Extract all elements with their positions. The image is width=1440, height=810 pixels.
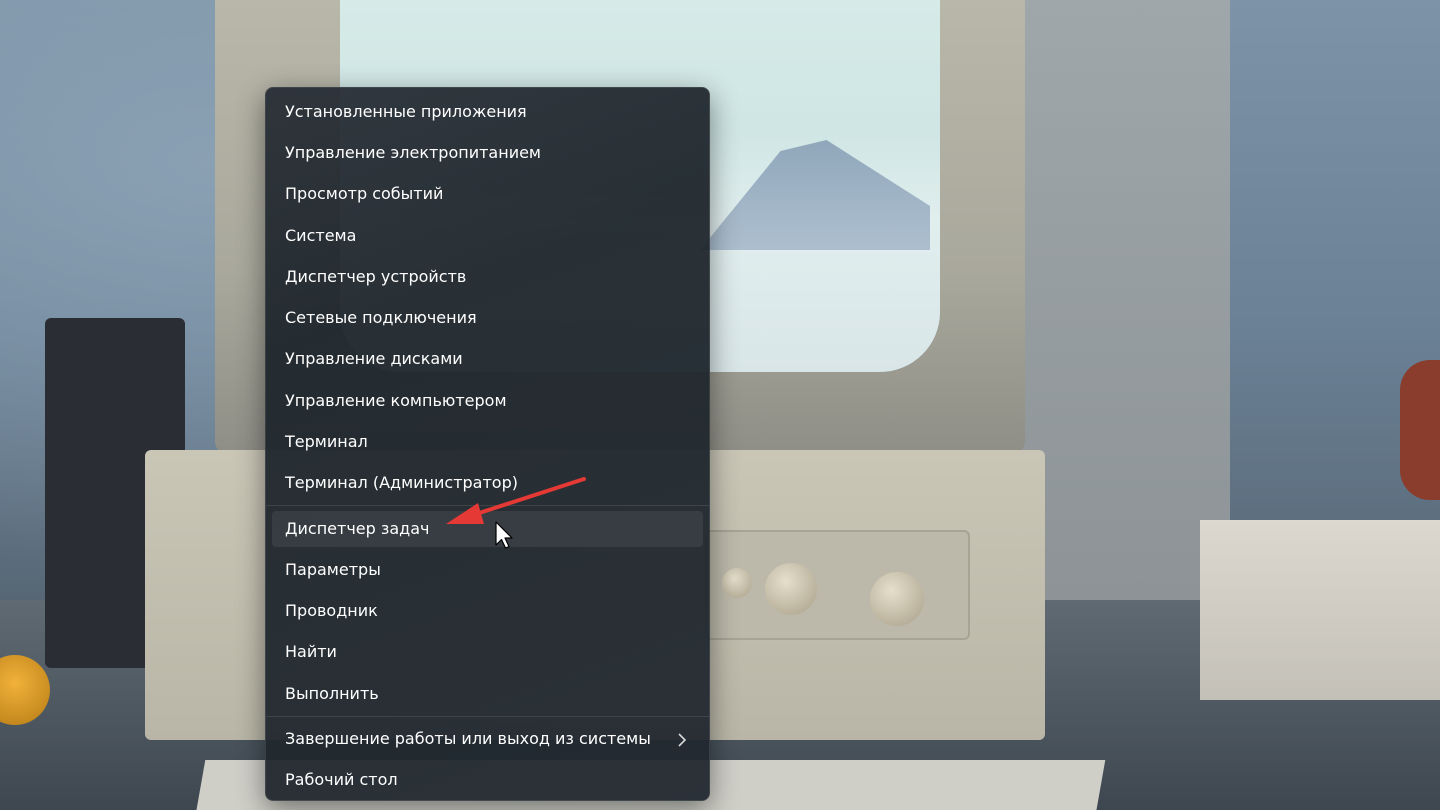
menu-item-desktop[interactable]: Рабочий стол: [272, 762, 703, 798]
menu-item-label: Завершение работы или выход из системы: [285, 729, 651, 748]
menu-item-device-manager[interactable]: Диспетчер устройств: [272, 259, 703, 295]
desktop-wallpaper: [0, 0, 1440, 810]
menu-item-label: Терминал: [285, 432, 368, 451]
menu-item-label: Сетевые подключения: [285, 308, 477, 327]
chevron-right-icon: [677, 721, 687, 757]
menu-item-label: Система: [285, 226, 357, 245]
menu-item-terminal[interactable]: Терминал: [272, 424, 703, 460]
menu-item-search[interactable]: Найти: [272, 634, 703, 670]
wallpaper-shelf: [1200, 520, 1440, 700]
menu-item-label: Установленные приложения: [285, 102, 527, 121]
menu-item-power-options[interactable]: Управление электропитанием: [272, 135, 703, 171]
wallpaper-knob: [722, 568, 752, 598]
menu-item-terminal-admin[interactable]: Терминал (Администратор): [272, 465, 703, 501]
wallpaper-knob: [870, 572, 924, 626]
menu-item-label: Выполнить: [285, 684, 379, 703]
wallpaper-pot: [1400, 360, 1440, 500]
menu-item-label: Диспетчер устройств: [285, 267, 467, 286]
menu-item-computer-management[interactable]: Управление компьютером: [272, 383, 703, 419]
menu-item-run[interactable]: Выполнить: [272, 676, 703, 712]
menu-item-event-viewer[interactable]: Просмотр событий: [272, 176, 703, 212]
menu-item-label: Проводник: [285, 601, 378, 620]
menu-item-shutdown-signout[interactable]: Завершение работы или выход из системы: [272, 721, 703, 757]
winx-context-menu: Установленные приложения Управление элек…: [265, 87, 710, 801]
menu-item-task-manager[interactable]: Диспетчер задач: [272, 511, 703, 547]
menu-separator: [266, 716, 709, 717]
menu-item-label: Терминал (Администратор): [285, 473, 518, 492]
menu-item-label: Просмотр событий: [285, 184, 444, 203]
menu-item-system[interactable]: Система: [272, 218, 703, 254]
menu-item-file-explorer[interactable]: Проводник: [272, 593, 703, 629]
wallpaper-knob: [765, 563, 817, 615]
menu-item-label: Найти: [285, 642, 337, 661]
menu-item-installed-apps[interactable]: Установленные приложения: [272, 94, 703, 130]
menu-item-label: Рабочий стол: [285, 770, 398, 789]
menu-item-label: Управление электропитанием: [285, 143, 541, 162]
menu-item-network-connections[interactable]: Сетевые подключения: [272, 300, 703, 336]
menu-separator: [266, 505, 709, 506]
menu-item-disk-management[interactable]: Управление дисками: [272, 341, 703, 377]
menu-item-settings[interactable]: Параметры: [272, 552, 703, 588]
menu-item-label: Управление компьютером: [285, 391, 507, 410]
menu-item-label: Диспетчер задач: [285, 519, 430, 538]
menu-item-label: Управление дисками: [285, 349, 463, 368]
menu-item-label: Параметры: [285, 560, 381, 579]
